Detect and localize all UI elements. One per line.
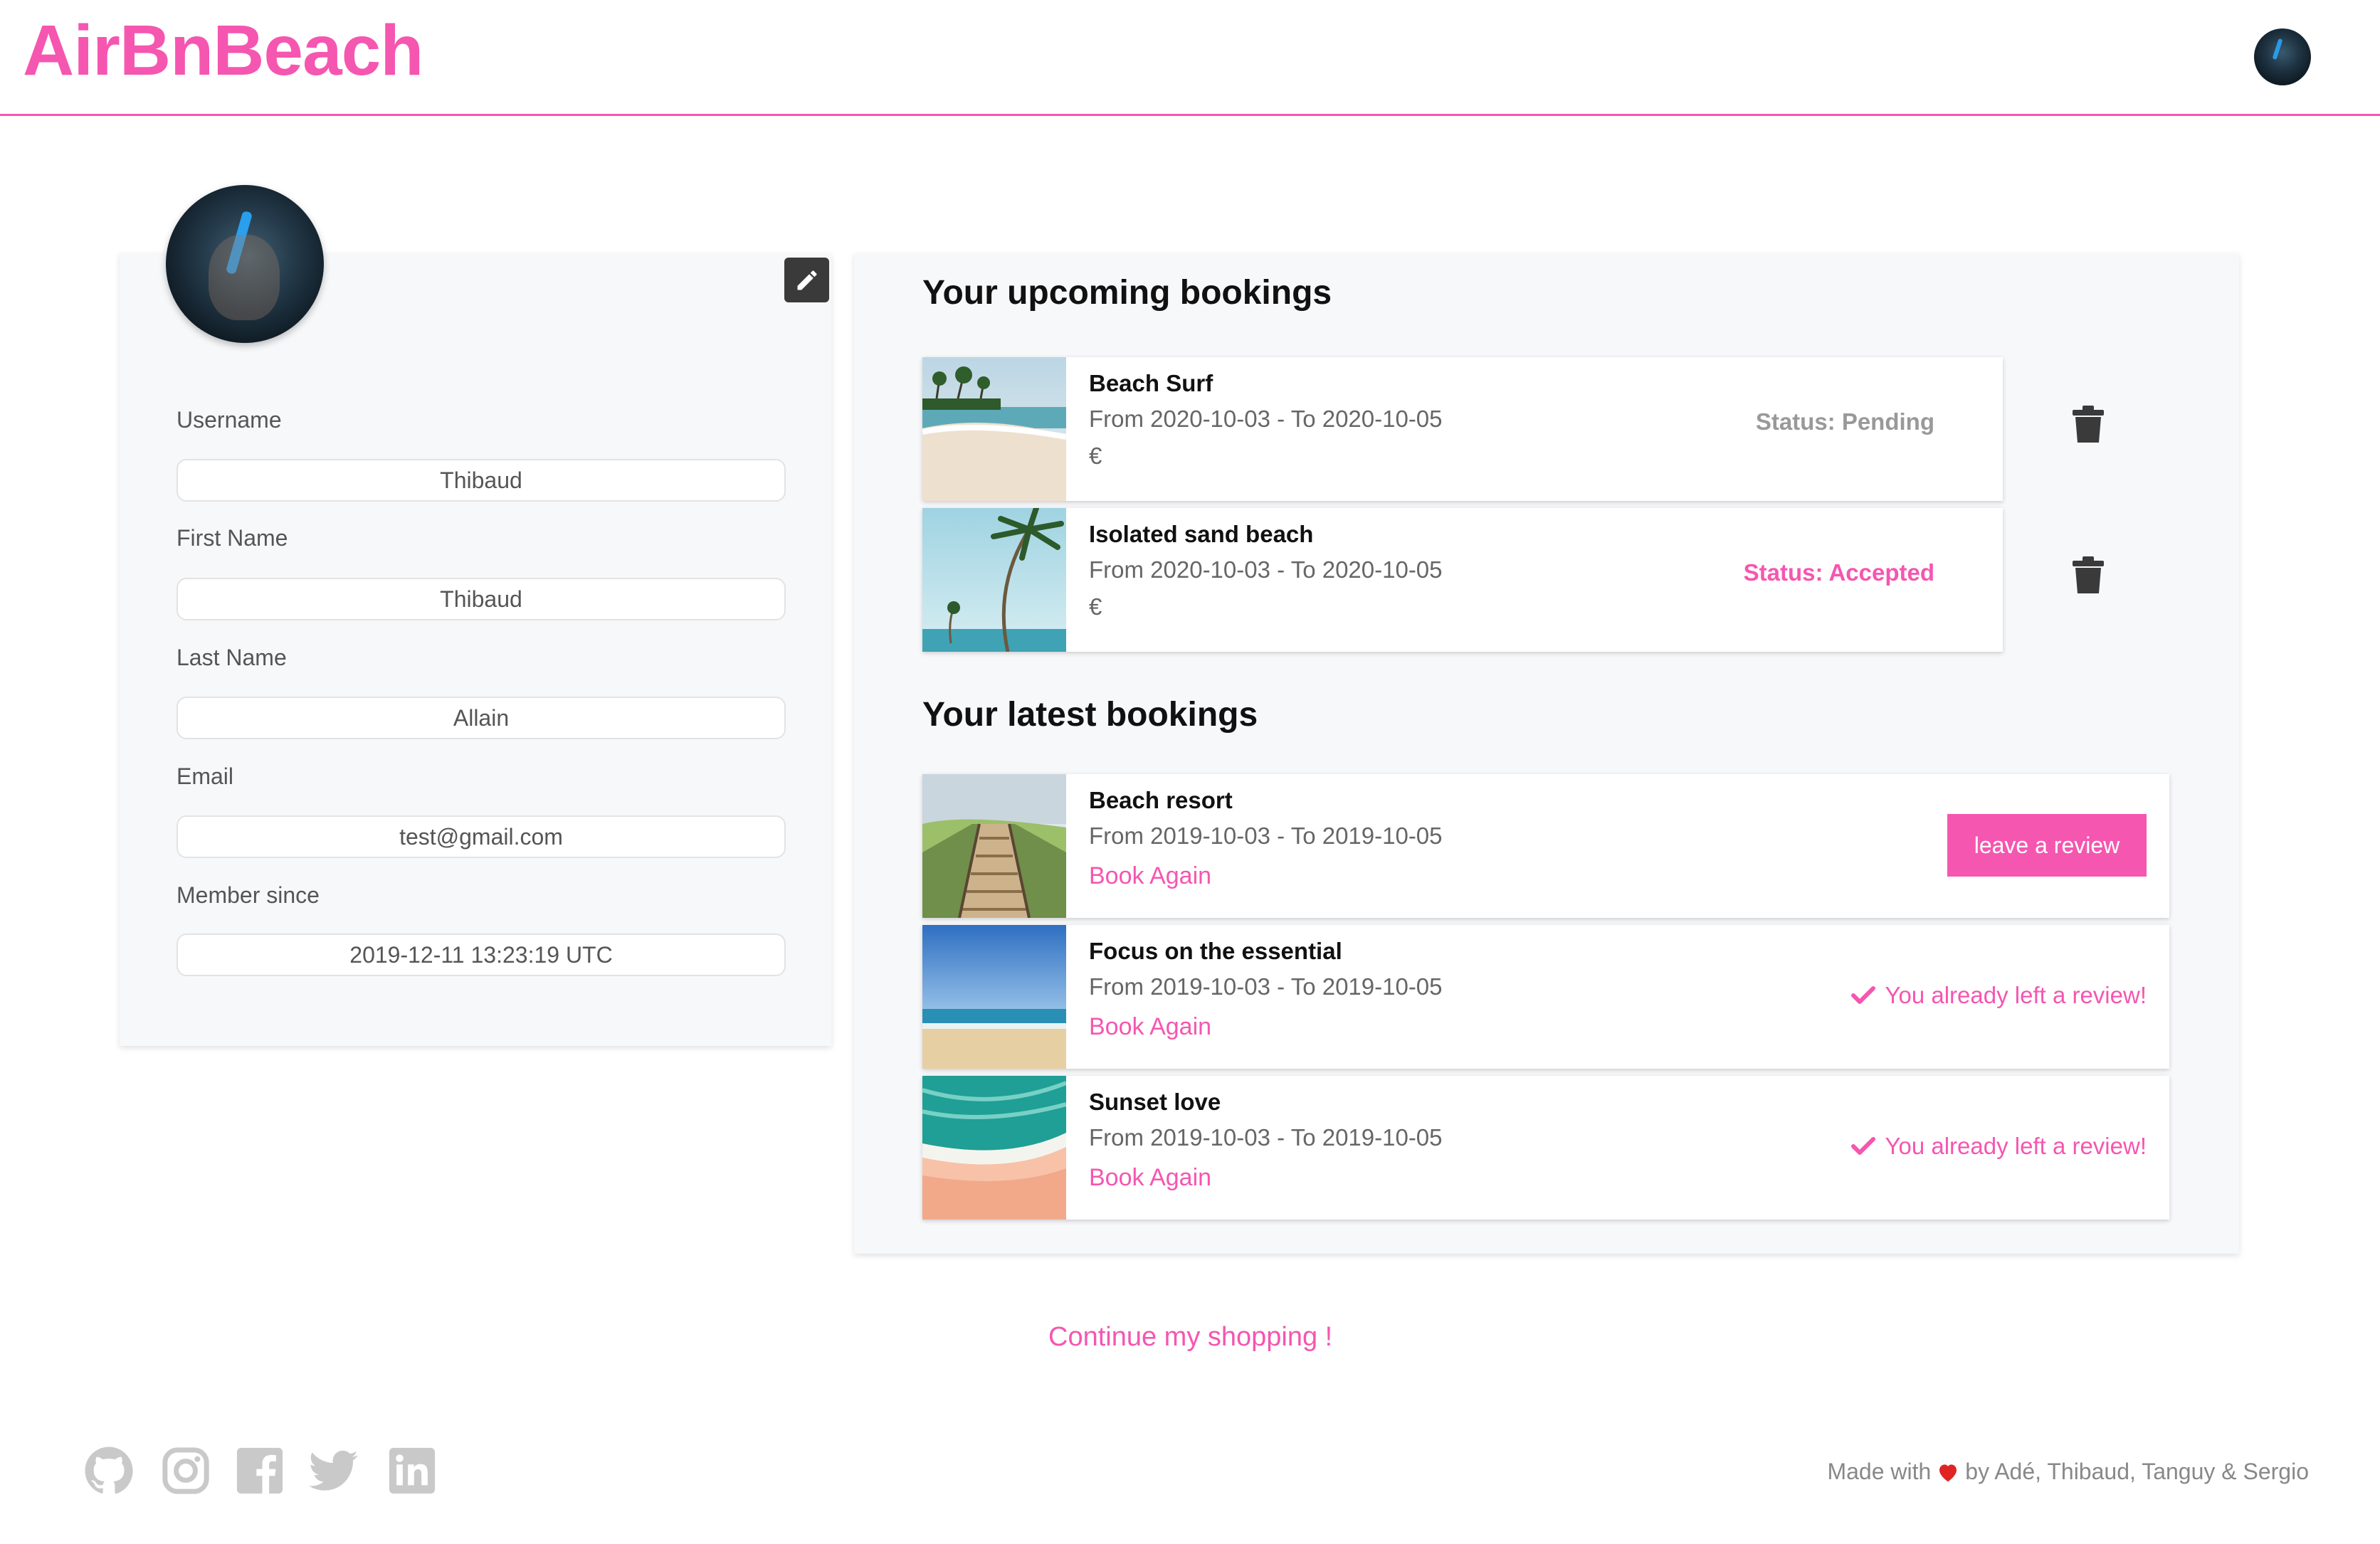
booking-dates: From 2020-10-03 - To 2020-10-05 bbox=[1089, 406, 1443, 432]
booking-dates: From 2020-10-03 - To 2020-10-05 bbox=[1089, 556, 1443, 583]
booking-thumbnail bbox=[922, 774, 1066, 918]
member-since-label: Member since bbox=[177, 882, 320, 908]
book-again-link[interactable]: Book Again bbox=[1089, 862, 1211, 890]
profile-avatar bbox=[166, 185, 324, 343]
last-name-label: Last Name bbox=[177, 645, 287, 670]
booking-title: Sunset love bbox=[1089, 1089, 1221, 1115]
footer-credits: Made with by Adé, Thibaud, Tanguy & Serg… bbox=[1827, 1459, 2309, 1485]
linkedin-icon[interactable] bbox=[387, 1446, 437, 1496]
pencil-icon bbox=[797, 270, 817, 290]
upcoming-booking-card[interactable]: Isolated sand beach From 2020-10-03 - To… bbox=[922, 508, 2003, 652]
review-done-indicator: You already left a review! bbox=[1850, 1133, 2147, 1160]
made-with-text: Made with bbox=[1827, 1459, 1932, 1484]
trash-icon[interactable] bbox=[2073, 556, 2104, 593]
booking-dates: From 2019-10-03 - To 2019-10-05 bbox=[1089, 823, 1443, 849]
first-name-field[interactable]: Thibaud bbox=[177, 578, 786, 620]
upcoming-bookings-title: Your upcoming bookings bbox=[922, 274, 1332, 312]
facebook-icon[interactable] bbox=[235, 1446, 285, 1496]
trash-icon[interactable] bbox=[2073, 406, 2104, 443]
user-avatar[interactable] bbox=[2254, 28, 2311, 85]
brand-logo[interactable]: AirBnBeach bbox=[23, 10, 423, 92]
username-label: Username bbox=[177, 407, 282, 433]
member-since-field[interactable]: 2019-12-11 13:23:19 UTC bbox=[177, 934, 786, 976]
booking-dates: From 2019-10-03 - To 2019-10-05 bbox=[1089, 973, 1443, 1000]
email-label: Email bbox=[177, 763, 234, 789]
booking-thumbnail bbox=[922, 357, 1066, 501]
latest-booking-card[interactable]: Sunset love From 2019-10-03 - To 2019-10… bbox=[922, 1076, 2169, 1220]
edit-profile-button[interactable] bbox=[784, 258, 829, 302]
book-again-link[interactable]: Book Again bbox=[1089, 1013, 1211, 1041]
booking-status: Status: Accepted bbox=[1743, 559, 1934, 586]
check-icon bbox=[1850, 986, 1875, 1004]
last-name-field[interactable]: Allain bbox=[177, 697, 786, 739]
book-again-link[interactable]: Book Again bbox=[1089, 1164, 1211, 1192]
heart-icon bbox=[1939, 1464, 1957, 1481]
continue-shopping-link[interactable]: Continue my shopping ! bbox=[1048, 1322, 1332, 1353]
booking-dates: From 2019-10-03 - To 2019-10-05 bbox=[1089, 1124, 1443, 1151]
booking-price: € bbox=[1089, 443, 1102, 469]
booking-thumbnail bbox=[922, 1076, 1066, 1220]
booking-title: Beach resort bbox=[1089, 787, 1233, 813]
first-name-label: First Name bbox=[177, 525, 288, 551]
booking-thumbnail bbox=[922, 925, 1066, 1069]
booking-price: € bbox=[1089, 593, 1102, 620]
review-done-indicator: You already left a review! bbox=[1850, 982, 2147, 1009]
latest-bookings-title: Your latest bookings bbox=[922, 696, 1258, 734]
booking-status: Status: Pending bbox=[1755, 408, 1934, 435]
booking-title: Beach Surf bbox=[1089, 370, 1213, 396]
github-icon[interactable] bbox=[84, 1446, 134, 1496]
latest-booking-card[interactable]: Beach resort From 2019-10-03 - To 2019-1… bbox=[922, 774, 2169, 918]
instagram-icon[interactable] bbox=[161, 1446, 211, 1496]
latest-booking-card[interactable]: Focus on the essential From 2019-10-03 -… bbox=[922, 925, 2169, 1069]
top-navbar: AirBnBeach bbox=[0, 0, 2380, 116]
review-done-text: You already left a review! bbox=[1885, 982, 2147, 1008]
booking-thumbnail bbox=[922, 508, 1066, 652]
leave-review-button[interactable]: leave a review bbox=[1947, 814, 2147, 877]
username-field[interactable]: Thibaud bbox=[177, 459, 786, 502]
credits-text: by Adé, Thibaud, Tanguy & Sergio bbox=[1965, 1459, 2309, 1484]
email-field[interactable]: test@gmail.com bbox=[177, 815, 786, 858]
upcoming-booking-card[interactable]: Beach Surf From 2020-10-03 - To 2020-10-… bbox=[922, 357, 2003, 501]
check-icon bbox=[1850, 1137, 1875, 1155]
twitter-icon[interactable] bbox=[309, 1446, 359, 1496]
booking-title: Isolated sand beach bbox=[1089, 521, 1314, 547]
review-done-text: You already left a review! bbox=[1885, 1133, 2147, 1159]
booking-title: Focus on the essential bbox=[1089, 938, 1342, 964]
